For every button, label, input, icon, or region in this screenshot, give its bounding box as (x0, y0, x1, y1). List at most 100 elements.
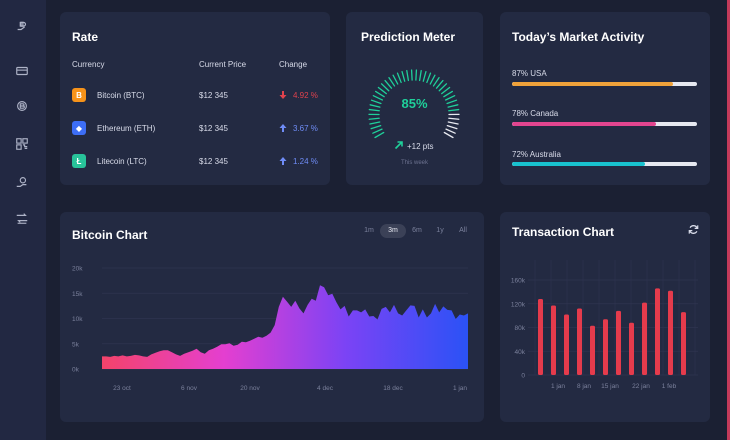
price-header: Current Price (199, 60, 247, 69)
gauge-tick (445, 128, 456, 134)
qr-icon[interactable] (14, 136, 30, 152)
sidebar (0, 0, 46, 440)
gauge-tick (396, 72, 402, 84)
gauge-tick (380, 83, 390, 92)
y-tick-label: 80k (515, 325, 526, 332)
prediction-value: 85% (401, 96, 428, 111)
gauge-tick (372, 128, 383, 134)
gauge-tick (429, 74, 436, 85)
change-header: Change (279, 60, 308, 69)
gauge-tick (384, 79, 393, 89)
y-tick-label: 5k (72, 341, 80, 348)
y-tick-label: 40k (515, 349, 526, 356)
gauge-tick (435, 79, 444, 89)
coin-name: Bitcoin (BTC) (97, 91, 145, 100)
gauge-tick (432, 76, 440, 87)
y-tick-label: 120k (511, 301, 526, 308)
transaction-bar (603, 319, 608, 375)
gauge-tick (426, 72, 432, 84)
transaction-bar (668, 290, 673, 375)
rate-row-eth[interactable]: ◆ Ethereum (ETH) $12 345 3.67 % (60, 121, 330, 141)
bitcoin-settings-icon[interactable] (14, 98, 30, 114)
gauge-tick (368, 117, 380, 120)
gauge-tick (410, 69, 413, 81)
market-bar-australia (512, 162, 697, 166)
bitcoin-chart-card: Bitcoin Chart 1m 3m 6m 1y All 20k 15k 10k 5… (60, 212, 484, 422)
x-tick-label: 20 nov (240, 385, 260, 392)
gauge-tick (438, 83, 448, 92)
ethereum-icon: ◆ (72, 121, 86, 135)
gauge-tick (401, 70, 406, 82)
x-tick-label: 1 feb (662, 383, 677, 390)
x-tick-label: 22 jan (632, 383, 650, 390)
bitcoin-icon: B (72, 88, 86, 102)
gauge-tick (422, 70, 427, 82)
transaction-bar (590, 325, 595, 375)
gauge-tick (446, 124, 458, 130)
prediction-period: This week (400, 160, 428, 166)
y-tick-label: 0k (72, 367, 80, 374)
arrow-up-icon (279, 157, 287, 165)
transaction-bar (655, 288, 660, 375)
x-tick-label: 6 nov (181, 385, 198, 392)
market-bar-fill (512, 82, 673, 86)
market-bar-fill (512, 162, 646, 166)
coin-price: $12 345 (199, 91, 228, 100)
y-tick-label: 20k (72, 266, 83, 273)
gauge-tick (406, 69, 410, 82)
x-tick-label: 15 jan (601, 383, 619, 390)
coin-change: 1.24 % (293, 157, 318, 166)
market-label-usa: 87% USA (512, 69, 547, 78)
coin-name: Litecoin (LTC) (97, 157, 147, 166)
gauge-tick (443, 131, 454, 139)
bitcoin-area-series (102, 285, 468, 369)
coin-change: 3.67 % (293, 124, 318, 133)
gauge-tick (448, 117, 460, 120)
market-bar-usa (512, 82, 697, 86)
gauge-tick (388, 76, 396, 87)
transaction-bar (642, 302, 647, 375)
transaction-bar (681, 312, 686, 375)
market-label-canada: 78% Canada (512, 109, 559, 118)
y-tick-label: 15k (72, 291, 83, 298)
x-tick-label: 1 jan (551, 383, 565, 390)
trend-up-icon (394, 141, 403, 150)
rate-row-ltc[interactable]: Ł Litecoin (LTC) $12 345 1.24 % (60, 154, 330, 174)
transaction-bar (577, 308, 582, 375)
currency-header: Currency (72, 60, 105, 69)
market-bar-fill (512, 122, 657, 126)
transaction-bar (616, 310, 621, 375)
coin-name: Ethereum (ETH) (97, 124, 156, 133)
transaction-bar (538, 299, 543, 375)
gauge-tick (370, 124, 382, 130)
gauge-tick (415, 69, 418, 81)
gauge-tick (369, 121, 381, 125)
arrow-up-icon (279, 124, 287, 132)
x-tick-label: 18 dec (383, 385, 403, 392)
gauge-tick (441, 86, 451, 95)
transaction-bar (564, 314, 569, 375)
gauge-tick (392, 74, 399, 85)
x-tick-label: 8 jan (577, 383, 591, 390)
y-tick-label: 10k (72, 316, 83, 323)
rate-title: Rate (72, 30, 99, 44)
gauge-tick (374, 131, 385, 139)
rate-row-btc[interactable]: B Bitcoin (BTC) $12 345 4.92 % (60, 88, 330, 108)
bitcoin-hand-icon[interactable] (14, 18, 30, 34)
card-icon[interactable] (14, 63, 30, 79)
coin-price: $12 345 (199, 157, 228, 166)
exchange-icon[interactable] (14, 210, 30, 226)
transaction-bar-chart: 160k 120k 80k 40k 0 1 jan 8 jan 15 jan 22 jan 1 f… (511, 260, 698, 390)
transaction-chart-card: Transaction Chart 160k 120k 80k 40k 0 1 jan 8 … (500, 212, 710, 422)
transaction-bar (629, 322, 634, 375)
x-tick-label: 4 dec (317, 385, 334, 392)
litecoin-icon: Ł (72, 154, 86, 168)
gauge-tick (447, 121, 459, 125)
market-label-australia: 72% Australia (512, 150, 561, 159)
y-tick-label: 160k (511, 278, 526, 285)
gauge-tick (377, 86, 387, 95)
coin-change: 4.92 % (293, 91, 318, 100)
coin-hand-icon[interactable] (14, 174, 30, 190)
market-title: Today’s Market Activity (512, 30, 645, 44)
x-tick-label: 1 jan (453, 385, 467, 392)
